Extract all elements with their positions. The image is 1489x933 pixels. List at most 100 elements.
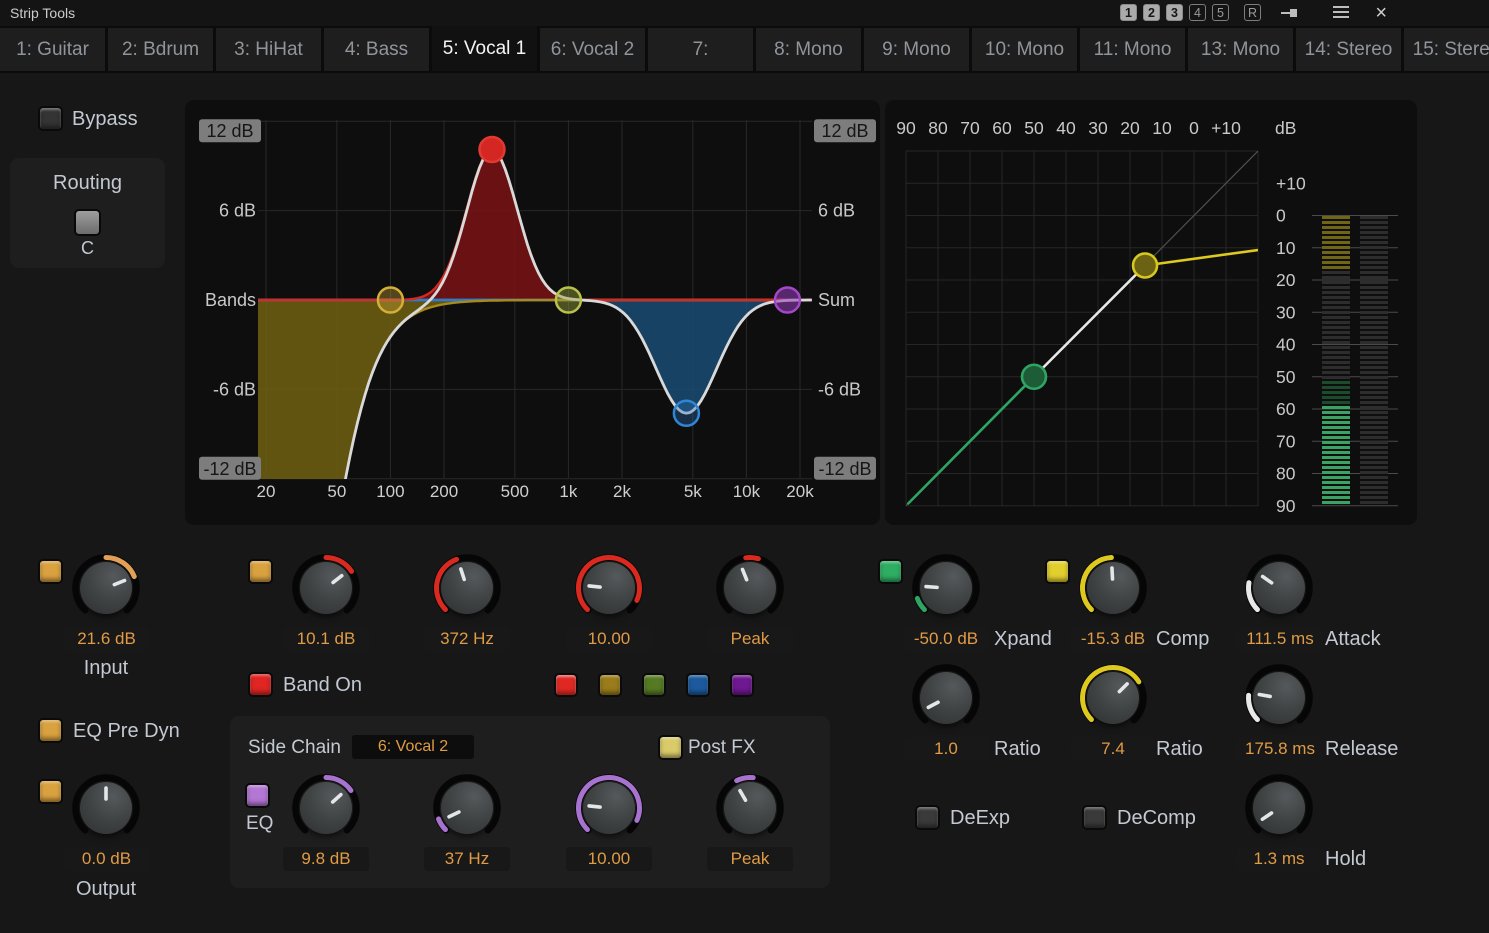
tab-8-mono[interactable]: 8: Mono: [756, 28, 861, 71]
band-swatch-2[interactable]: [598, 673, 622, 697]
svg-text:100: 100: [376, 482, 404, 501]
tab-15-stereo[interactable]: 15: Stereo: [1404, 28, 1489, 71]
tab-4-bass[interactable]: 4: Bass: [324, 28, 429, 71]
band-swatch-1-selected[interactable]: [554, 673, 578, 697]
band-swatch-4[interactable]: [686, 673, 710, 697]
strip-button-1[interactable]: 1: [1120, 4, 1137, 21]
band-select-checkbox[interactable]: [248, 559, 273, 584]
xpand-ratio-value[interactable]: 1.0: [904, 737, 988, 761]
eq-graph[interactable]: 12 dB12 dB6 dB6 dBBandsSum-6 dB-6 dB-12 …: [185, 100, 880, 525]
side-chain-gain-value[interactable]: 9.8 dB: [283, 847, 369, 871]
side-chain-freq-knob[interactable]: [430, 771, 504, 845]
strip-button-2[interactable]: 2: [1143, 4, 1160, 21]
band-color-swatches: [554, 673, 764, 698]
input-gain-value[interactable]: 21.6 dB: [64, 627, 149, 651]
pin-icon[interactable]: [1281, 5, 1299, 21]
dyn-node-2[interactable]: [1133, 253, 1157, 277]
comp-ratio-value[interactable]: 7.4: [1071, 737, 1155, 761]
side-chain-source-dropdown[interactable]: 6: Vocal 2: [352, 735, 474, 759]
xpand-checkbox[interactable]: [878, 559, 903, 584]
hold-label: Hold: [1325, 848, 1366, 871]
band-gain-value[interactable]: 10.1 dB: [283, 627, 369, 651]
band-type-knob[interactable]: [713, 551, 787, 625]
side-chain-freq-value[interactable]: 37 Hz: [424, 847, 510, 871]
dyn-node-1[interactable]: [1022, 365, 1046, 389]
attack-value[interactable]: 111.5 ms: [1237, 627, 1323, 651]
tab-7[interactable]: 7:: [648, 28, 753, 71]
eq-band4-handle[interactable]: [674, 401, 699, 426]
band-swatch-3[interactable]: [642, 673, 666, 697]
tab-11-mono[interactable]: 11: Mono: [1080, 28, 1185, 71]
menu-icon[interactable]: [1333, 6, 1349, 20]
band-swatch-5[interactable]: [730, 673, 754, 697]
hold-value[interactable]: 1.3 ms: [1237, 847, 1321, 871]
tab-6-vocal-2[interactable]: 6: Vocal 2: [540, 28, 645, 71]
close-icon[interactable]: ×: [1375, 1, 1387, 25]
strip-button-5[interactable]: 5: [1212, 4, 1229, 21]
tab-14-stereo[interactable]: 14: Stereo: [1296, 28, 1401, 71]
band-freq-value[interactable]: 372 Hz: [424, 627, 510, 651]
eq-graph-panel[interactable]: 12 dB12 dB6 dB6 dBBandsSum-6 dB-6 dB-12 …: [185, 100, 880, 525]
band-freq-knob[interactable]: [430, 551, 504, 625]
tab-10-mono[interactable]: 10: Mono: [972, 28, 1077, 71]
tab-3-hihat[interactable]: 3: HiHat: [216, 28, 321, 71]
attack-knob[interactable]: [1242, 551, 1316, 625]
xpand-threshold-knob[interactable]: [909, 551, 983, 625]
release-value[interactable]: 175.8 ms: [1237, 737, 1323, 761]
comp-threshold-knob[interactable]: [1076, 551, 1150, 625]
band-gain-knob[interactable]: [289, 551, 363, 625]
input-enable-checkbox[interactable]: [38, 559, 63, 584]
comp-checkbox[interactable]: [1045, 559, 1070, 584]
side-chain-q-knob[interactable]: [572, 771, 646, 845]
svg-text:60: 60: [992, 118, 1012, 138]
band-q-knob[interactable]: [572, 551, 646, 625]
svg-text:-6 dB: -6 dB: [213, 379, 256, 399]
post-fx-checkbox[interactable]: [658, 735, 683, 760]
tab-13-mono[interactable]: 13: Mono: [1188, 28, 1293, 71]
output-gain-value[interactable]: 0.0 dB: [64, 847, 149, 871]
gain-reduction-and-level-meters: [1322, 216, 1388, 504]
strip-button-3[interactable]: 3: [1166, 4, 1183, 21]
de-exp-checkbox[interactable]: [915, 805, 940, 830]
bypass-checkbox[interactable]: [38, 106, 63, 131]
side-chain-gain-knob[interactable]: [289, 771, 363, 845]
de-comp-checkbox[interactable]: [1082, 805, 1107, 830]
input-gain-knob[interactable]: [69, 551, 143, 625]
tab-2-bdrum[interactable]: 2: Bdrum: [108, 28, 213, 71]
output-enable-checkbox[interactable]: [38, 779, 63, 804]
dynamics-graph[interactable]: 9080706050403020100+10dB+100102030405060…: [885, 100, 1417, 525]
xpand-threshold-value[interactable]: -50.0 dB: [904, 627, 988, 651]
svg-text:-6 dB: -6 dB: [818, 379, 861, 399]
side-chain-eq-checkbox[interactable]: [245, 783, 270, 808]
eq-band5-handle[interactable]: [775, 288, 800, 313]
comp-threshold-value[interactable]: -15.3 dB: [1071, 627, 1155, 651]
tab-9-mono[interactable]: 9: Mono: [864, 28, 969, 71]
band-type-value[interactable]: Peak: [707, 627, 793, 651]
tab-5-vocal-1[interactable]: 5: Vocal 1: [432, 26, 537, 71]
tab-1-guitar[interactable]: 1: Guitar: [0, 28, 105, 71]
xpand-ratio-knob[interactable]: [909, 661, 983, 735]
output-gain-knob[interactable]: [69, 771, 143, 845]
band-q-value[interactable]: 10.00: [566, 627, 652, 651]
side-chain-type-value[interactable]: Peak: [707, 847, 793, 871]
svg-text:80: 80: [1276, 464, 1296, 484]
svg-text:80: 80: [928, 118, 948, 138]
svg-text:12 dB: 12 dB: [821, 121, 868, 141]
svg-text:20: 20: [257, 482, 276, 501]
eq-band3-handle[interactable]: [556, 288, 581, 313]
release-knob[interactable]: [1242, 661, 1316, 735]
comp-ratio-knob[interactable]: [1076, 661, 1150, 735]
dynamics-graph-panel[interactable]: 9080706050403020100+10dB+100102030405060…: [885, 100, 1417, 525]
strip-button-4[interactable]: 4: [1189, 4, 1206, 21]
de-exp-label: DeExp: [950, 807, 1010, 830]
hold-knob[interactable]: [1242, 771, 1316, 845]
band-on-checkbox[interactable]: [248, 672, 273, 697]
strip-button-R[interactable]: R: [1244, 4, 1261, 21]
eq-band2-handle[interactable]: [378, 288, 403, 313]
svg-text:10: 10: [1276, 238, 1296, 258]
side-chain-q-value[interactable]: 10.00: [566, 847, 652, 871]
side-chain-type-knob[interactable]: [713, 771, 787, 845]
routing-button[interactable]: [74, 209, 101, 236]
eq-pre-dyn-checkbox[interactable]: [38, 718, 63, 743]
eq-band1-handle[interactable]: [479, 137, 504, 162]
